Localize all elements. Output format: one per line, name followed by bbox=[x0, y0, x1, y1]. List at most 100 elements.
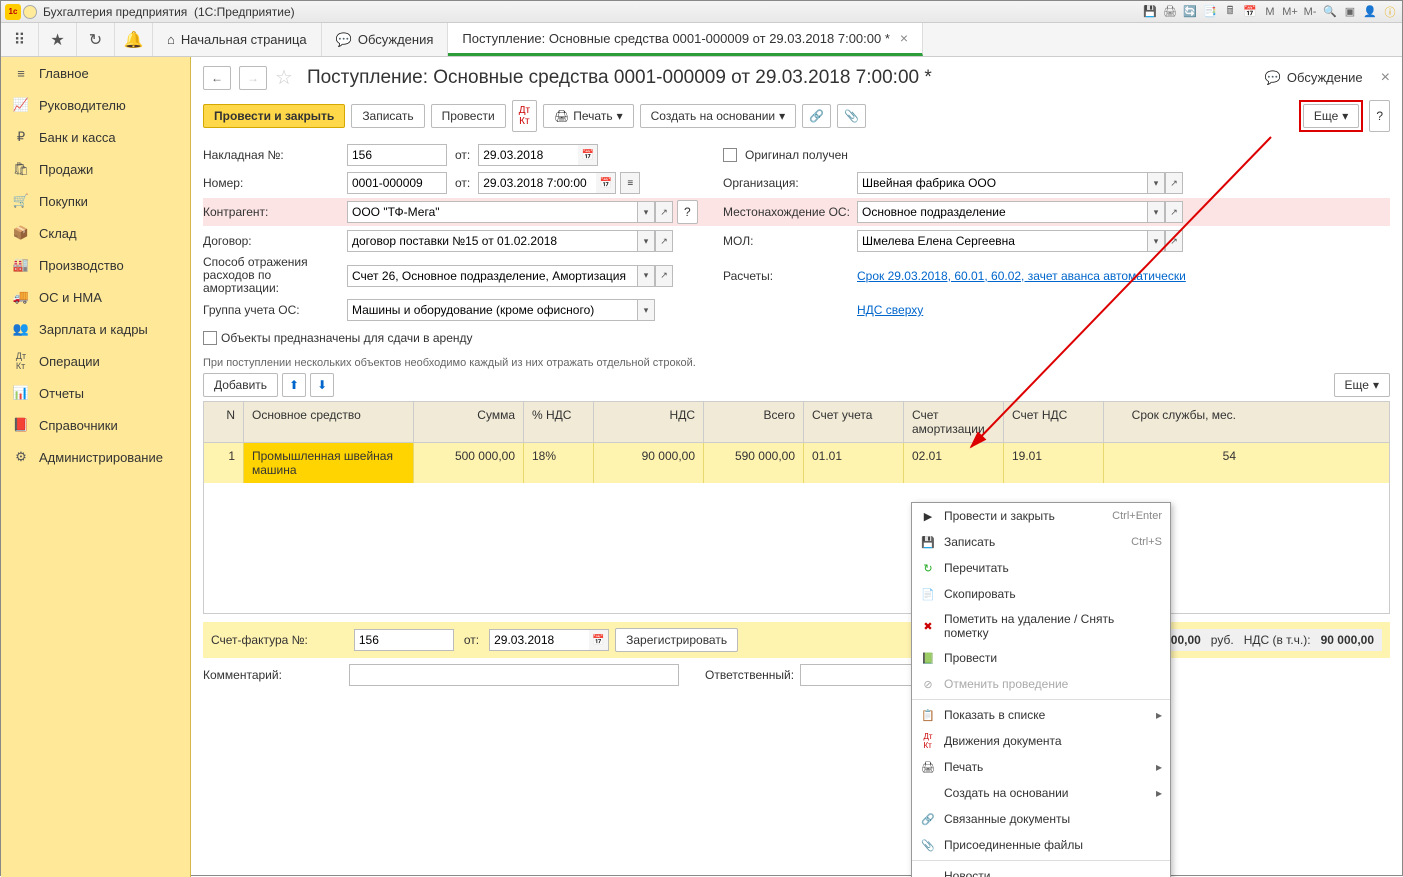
menu-reread[interactable]: ↻Перечитать bbox=[912, 555, 1170, 581]
col-nds-acc[interactable]: Счет НДС bbox=[1004, 402, 1104, 442]
open-icon[interactable]: ↗ bbox=[1165, 230, 1183, 252]
sidebar-item-sales[interactable]: 🛍Продажи bbox=[1, 153, 190, 185]
open-icon[interactable]: ↗ bbox=[1165, 201, 1183, 223]
info-icon[interactable]: ⓘ bbox=[1382, 4, 1398, 20]
sf-no-input[interactable] bbox=[354, 629, 454, 651]
sidebar-item-admin[interactable]: ⚙Администрирование bbox=[1, 441, 190, 473]
col-life[interactable]: Срок службы, мес. bbox=[1104, 402, 1244, 442]
menu-show-list[interactable]: 📋Показать в списке▸ bbox=[912, 702, 1170, 728]
compare-icon[interactable]: 📑 bbox=[1202, 4, 1218, 20]
sidebar-item-warehouse[interactable]: 📦Склад bbox=[1, 217, 190, 249]
tab-home[interactable]: ⌂Начальная страница bbox=[153, 23, 322, 56]
favorite-star-icon[interactable]: ☆ bbox=[275, 65, 293, 90]
mol-input[interactable] bbox=[857, 230, 1147, 252]
dropdown-icon[interactable]: ▾ bbox=[637, 299, 655, 321]
number-date-input[interactable] bbox=[478, 172, 596, 194]
app-dropdown-icon[interactable] bbox=[23, 5, 37, 19]
open-icon[interactable]: ↗ bbox=[655, 265, 673, 287]
sidebar-item-hr[interactable]: 👥Зарплата и кадры bbox=[1, 313, 190, 345]
calendar-icon[interactable]: 📅 bbox=[596, 172, 616, 194]
calc-icon[interactable]: 🖩 bbox=[1222, 4, 1238, 20]
sidebar-item-production[interactable]: 🏭Производство bbox=[1, 249, 190, 281]
invoice-no-input[interactable] bbox=[347, 144, 447, 166]
tab-discuss[interactable]: 💬Обсуждения bbox=[322, 23, 449, 56]
menu-news[interactable]: Новости bbox=[912, 863, 1170, 877]
nav-back-button[interactable]: ← bbox=[203, 66, 231, 90]
create-based-button[interactable]: Создать на основании▾ bbox=[640, 104, 797, 128]
post-button[interactable]: Провести bbox=[431, 104, 506, 128]
m-button[interactable]: M bbox=[1262, 4, 1278, 20]
menu-moves[interactable]: ДтКтДвижения документа bbox=[912, 728, 1170, 754]
invoice-date-input[interactable] bbox=[478, 144, 578, 166]
linked-docs-button[interactable]: 🔗 bbox=[802, 104, 831, 128]
calendar-icon[interactable]: 📅 bbox=[1242, 4, 1258, 20]
save-icon[interactable]: 💾 bbox=[1142, 4, 1158, 20]
dropdown-icon[interactable]: ▾ bbox=[1147, 201, 1165, 223]
tab-document[interactable]: Поступление: Основные средства 0001-0000… bbox=[448, 23, 923, 56]
dropdown-icon[interactable]: ▾ bbox=[637, 230, 655, 252]
zoom-icon[interactable]: 🔍 bbox=[1322, 4, 1338, 20]
number-input[interactable] bbox=[347, 172, 447, 194]
discussion-button[interactable]: 💬Обсуждение bbox=[1265, 70, 1363, 86]
move-up-button[interactable]: ⬆ bbox=[282, 373, 306, 397]
print-icon[interactable]: 🖨 bbox=[1162, 4, 1178, 20]
group-input[interactable] bbox=[347, 299, 637, 321]
favorites-button[interactable]: ★ bbox=[39, 23, 77, 56]
sidebar-item-bank[interactable]: ₽Банк и касса bbox=[1, 121, 190, 153]
contract-input[interactable] bbox=[347, 230, 637, 252]
menu-attach[interactable]: 📎Присоединенные файлы bbox=[912, 832, 1170, 858]
menu-cancel-post[interactable]: ⊘Отменить проведение bbox=[912, 671, 1170, 697]
menu-print[interactable]: 🖨Печать▸ bbox=[912, 754, 1170, 780]
col-total[interactable]: Всего bbox=[704, 402, 804, 442]
m-minus-button[interactable]: M- bbox=[1302, 4, 1318, 20]
contractor-help-button[interactable]: ? bbox=[677, 200, 698, 224]
post-and-close-button[interactable]: Провести и закрыть bbox=[203, 104, 345, 128]
sidebar-item-catalogs[interactable]: 📕Справочники bbox=[1, 409, 190, 441]
open-icon[interactable]: ↗ bbox=[655, 201, 673, 223]
location-input[interactable] bbox=[857, 201, 1147, 223]
col-nds[interactable]: НДС bbox=[594, 402, 704, 442]
m-plus-button[interactable]: M+ bbox=[1282, 4, 1298, 20]
contractor-input[interactable] bbox=[347, 201, 637, 223]
dtkt-button[interactable]: ДтКт bbox=[512, 100, 537, 132]
menu-create[interactable]: Создать на основании▸ bbox=[912, 780, 1170, 806]
org-input[interactable] bbox=[857, 172, 1147, 194]
sidebar-item-reports[interactable]: 📊Отчеты bbox=[1, 377, 190, 409]
dropdown-icon[interactable]: ▾ bbox=[637, 265, 655, 287]
menu-post-close[interactable]: ▶Провести и закрытьCtrl+Enter bbox=[912, 503, 1170, 529]
table-more-button[interactable]: Еще▾ bbox=[1334, 373, 1390, 397]
print-button[interactable]: 🖨Печать▾ bbox=[543, 104, 634, 128]
comment-input[interactable] bbox=[349, 664, 679, 686]
apps-button[interactable]: ⠿ bbox=[1, 23, 39, 56]
sidebar-item-manager[interactable]: 📈Руководителю bbox=[1, 89, 190, 121]
sidebar-item-main[interactable]: ≡Главное bbox=[1, 57, 190, 89]
col-pnds[interactable]: % НДС bbox=[524, 402, 594, 442]
calendar-icon[interactable]: 📅 bbox=[578, 144, 598, 166]
rent-checkbox[interactable] bbox=[203, 331, 217, 345]
col-amort[interactable]: Счет амортизации bbox=[904, 402, 1004, 442]
tab-close-icon[interactable]: × bbox=[900, 30, 908, 46]
nav-fwd-button[interactable]: → bbox=[239, 66, 267, 90]
table-row[interactable]: 1 Промышленная швейная машина 500 000,00… bbox=[204, 443, 1389, 483]
dropdown-icon[interactable]: ▾ bbox=[1147, 172, 1165, 194]
attach-button[interactable]: 📎 bbox=[837, 104, 866, 128]
help-button[interactable]: ? bbox=[1369, 100, 1390, 132]
original-checkbox[interactable] bbox=[723, 148, 737, 162]
menu-write[interactable]: 💾ЗаписатьCtrl+S bbox=[912, 529, 1170, 555]
col-sum[interactable]: Сумма bbox=[414, 402, 524, 442]
col-acc[interactable]: Счет учета bbox=[804, 402, 904, 442]
sidebar-item-assets[interactable]: 🚚ОС и НМА bbox=[1, 281, 190, 313]
close-button[interactable]: × bbox=[1381, 69, 1390, 87]
panels-icon[interactable]: ▣ bbox=[1342, 4, 1358, 20]
open-icon[interactable]: ↗ bbox=[655, 230, 673, 252]
add-row-button[interactable]: Добавить bbox=[203, 373, 278, 397]
history-button[interactable]: ↻ bbox=[77, 23, 115, 56]
move-down-button[interactable]: ⬇ bbox=[310, 373, 334, 397]
dropdown-icon[interactable]: ▾ bbox=[1147, 230, 1165, 252]
col-n[interactable]: N bbox=[204, 402, 244, 442]
col-name[interactable]: Основное средство bbox=[244, 402, 414, 442]
refresh-icon[interactable]: 🔄 bbox=[1182, 4, 1198, 20]
sidebar-item-operations[interactable]: ДтКтОперации bbox=[1, 345, 190, 377]
calendar-icon[interactable]: 📅 bbox=[589, 629, 609, 651]
menu-delete[interactable]: ✖Пометить на удаление / Снять пометку bbox=[912, 607, 1170, 645]
